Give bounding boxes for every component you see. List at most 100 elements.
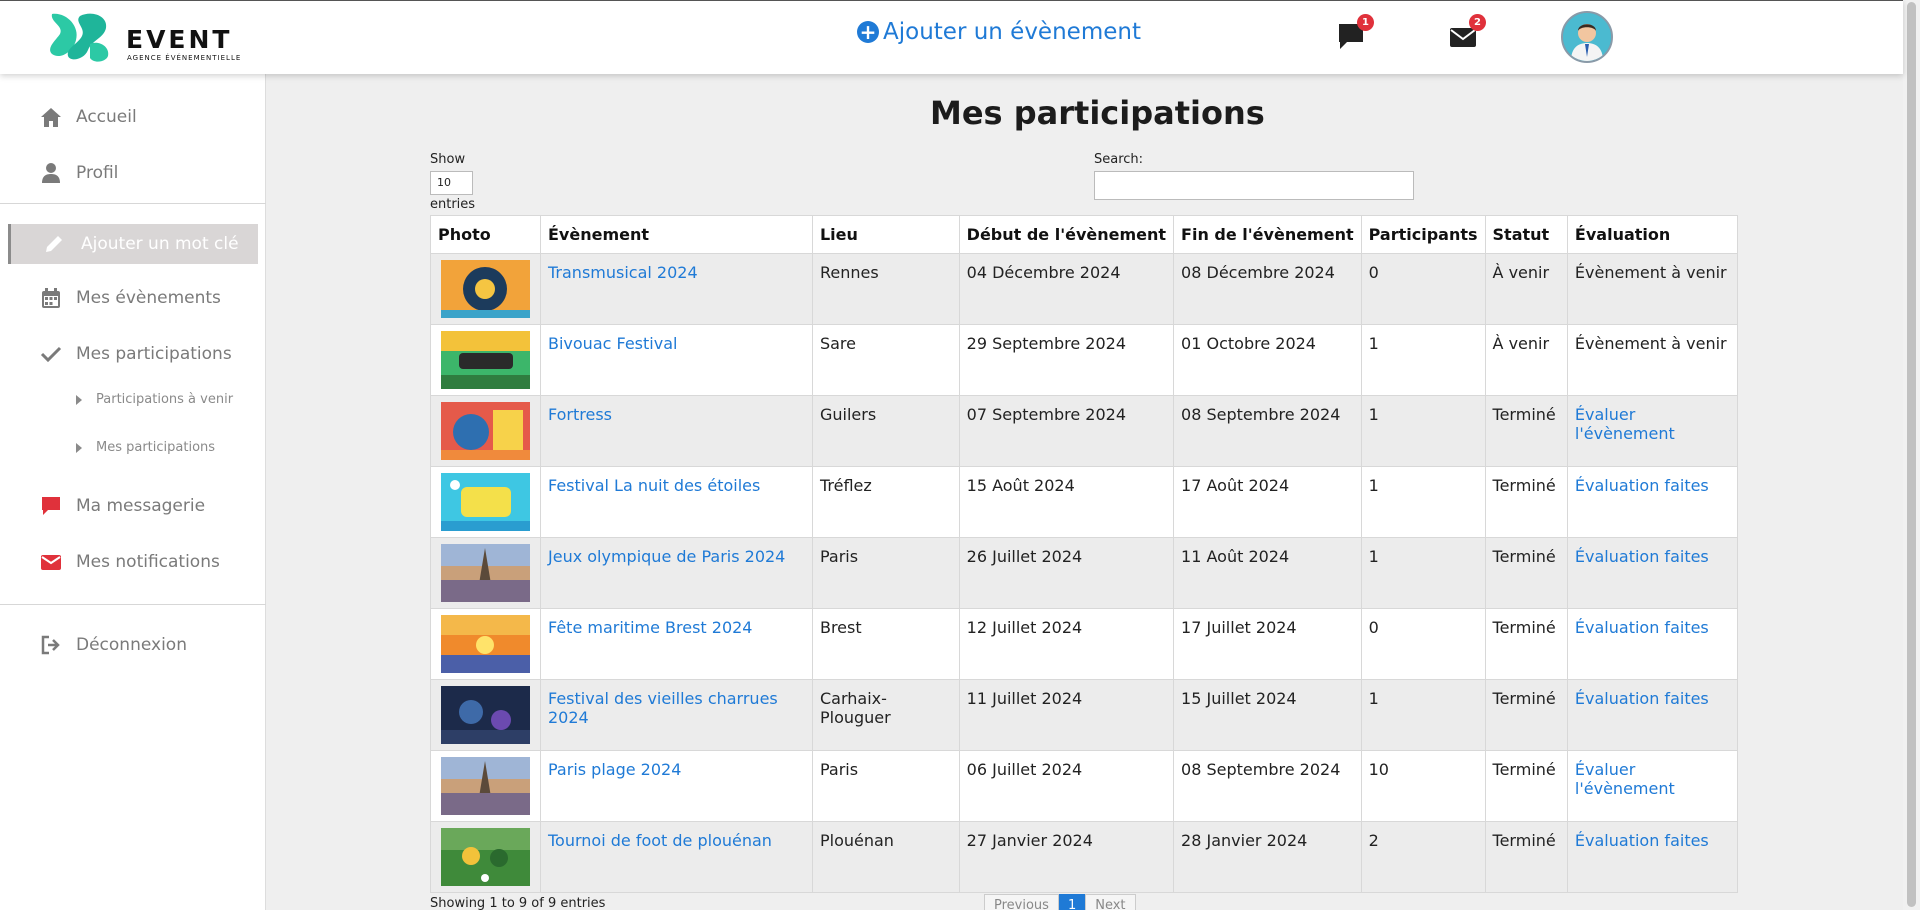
evaluation-value[interactable]: Évaluation faites: [1575, 831, 1709, 850]
plus-circle-icon: +: [857, 21, 879, 43]
caret-right-icon: [76, 394, 82, 405]
event-thumbnail[interactable]: [441, 615, 530, 673]
column-header-participants[interactable]: Participants: [1360, 215, 1486, 254]
start-date-cell: 11 Juillet 2024: [958, 679, 1175, 751]
event-link[interactable]: Fête maritime Brest 2024: [548, 618, 752, 637]
sidebar-item-add-keyword[interactable]: Ajouter un mot clé: [8, 224, 258, 264]
logo[interactable]: EVENT AGENCE ÉVÉNEMENTIELLE: [46, 10, 246, 66]
event-link[interactable]: Fortress: [548, 405, 612, 424]
event-cell: Tournoi de foot de plouénan: [540, 821, 813, 893]
event-thumbnail[interactable]: [441, 757, 530, 815]
sidebar-item-my-events[interactable]: Mes évènements: [0, 278, 266, 318]
check-icon: [38, 342, 64, 366]
page-scrollbar[interactable]: [1903, 0, 1920, 910]
scrollbar-thumb[interactable]: [1907, 2, 1916, 907]
sidebar-subitem-participations[interactable]: Mes participations: [76, 440, 215, 455]
sidebar-item-label: Mes notifications: [76, 552, 220, 572]
add-event-button[interactable]: + Ajouter un évènement: [857, 19, 1141, 45]
participants-cell: 0: [1360, 253, 1486, 325]
page-length-label: Show: [430, 152, 466, 167]
evaluation-value[interactable]: Évaluer l'évènement: [1575, 405, 1675, 443]
column-header-place[interactable]: Lieu: [811, 215, 960, 254]
end-date-cell: 17 Août 2024: [1173, 466, 1362, 538]
column-header-event[interactable]: Évènement: [540, 215, 813, 254]
end-date-cell: 08 Décembre 2024: [1173, 253, 1362, 325]
page-length-entries-label: entries: [430, 197, 476, 212]
end-date-cell: 28 Janvier 2024: [1173, 821, 1362, 893]
event-link[interactable]: Bivouac Festival: [548, 334, 677, 353]
table-row: Festival des vieilles charrues 2024 Carha…: [430, 679, 1739, 751]
pagination-next-button[interactable]: Next: [1085, 894, 1136, 910]
pagination-previous-button[interactable]: Previous: [984, 894, 1059, 910]
photo-cell: [430, 679, 541, 751]
event-thumbnail[interactable]: [441, 686, 530, 744]
event-thumbnail[interactable]: [441, 544, 530, 602]
pencil-icon: [43, 232, 69, 256]
evaluation-cell: Évaluation faites: [1566, 466, 1739, 538]
chat-button[interactable]: 1: [1334, 14, 1374, 53]
column-header-end[interactable]: Fin de l'évènement: [1173, 215, 1362, 254]
event-link[interactable]: Festival des vieilles charrues 2024: [548, 689, 778, 727]
column-header-evaluation[interactable]: Évaluation: [1566, 215, 1739, 254]
place-cell: Rennes: [811, 253, 960, 325]
column-header-start[interactable]: Début de l'évènement: [958, 215, 1175, 254]
participants-cell: 1: [1360, 466, 1486, 538]
evaluation-value[interactable]: Évaluation faites: [1575, 547, 1709, 566]
pagination-page-button[interactable]: 1: [1058, 894, 1086, 910]
status-cell: Terminé: [1484, 466, 1568, 538]
column-header-photo[interactable]: Photo: [430, 215, 541, 254]
sidebar-subitem-upcoming[interactable]: Participations à venir: [76, 392, 233, 407]
status-cell: Terminé: [1484, 395, 1568, 467]
table-row: Fête maritime Brest 2024 Brest 12 Juillet …: [430, 608, 1739, 680]
event-thumbnail[interactable]: [441, 828, 530, 886]
evaluation-value: Évènement à venir: [1574, 334, 1727, 353]
event-link[interactable]: Transmusical 2024: [548, 263, 698, 282]
sidebar-item-logout[interactable]: Déconnexion: [0, 625, 266, 665]
participants-cell: 1: [1360, 324, 1486, 396]
event-cell: Transmusical 2024: [540, 253, 813, 325]
event-thumbnail[interactable]: [441, 260, 530, 318]
event-link[interactable]: Festival La nuit des étoiles: [548, 476, 760, 495]
participants-cell: 1: [1360, 395, 1486, 467]
participants-cell: 1: [1360, 537, 1486, 609]
pagination: Previous 1 Next: [984, 894, 1136, 910]
page-length-select[interactable]: 10: [430, 171, 473, 195]
evaluation-value[interactable]: Évaluation faites: [1575, 689, 1709, 708]
event-cell: Jeux olympique de Paris 2024: [540, 537, 813, 609]
sidebar-divider: [0, 203, 266, 204]
photo-cell: [430, 821, 541, 893]
event-thumbnail[interactable]: [441, 473, 530, 531]
evaluation-cell: Évènement à venir: [1566, 324, 1739, 396]
sidebar-item-my-participations[interactable]: Mes participations: [0, 334, 266, 374]
sidebar-item-notifications[interactable]: Mes notifications: [0, 542, 266, 582]
participants-cell: 0: [1360, 608, 1486, 680]
evaluation-value[interactable]: Évaluer l'évènement: [1575, 760, 1675, 798]
sidebar-item-messaging[interactable]: Ma messagerie: [0, 486, 266, 526]
sidebar-item-label: Ajouter un mot clé: [81, 234, 239, 254]
event-thumbnail[interactable]: [441, 402, 530, 460]
event-link[interactable]: Tournoi de foot de plouénan: [548, 831, 772, 850]
mail-button[interactable]: 2: [1446, 14, 1486, 53]
mail-badge: 2: [1469, 14, 1486, 31]
end-date-cell: 01 Octobre 2024: [1173, 324, 1362, 396]
column-header-status[interactable]: Statut: [1484, 215, 1568, 254]
end-date-cell: 17 Juillet 2024: [1173, 608, 1362, 680]
sidebar-item-profile[interactable]: Profil: [0, 153, 266, 193]
sidebar-subitem-label: Participations à venir: [96, 392, 234, 407]
sidebar-item-home[interactable]: Accueil: [0, 97, 266, 137]
evaluation-value[interactable]: Évaluation faites: [1575, 618, 1709, 637]
evaluation-cell: Évaluation faites: [1566, 821, 1739, 893]
sidebar-item-label: Ma messagerie: [76, 496, 206, 516]
avatar[interactable]: [1561, 11, 1613, 63]
event-cell: Fortress: [540, 395, 813, 467]
evaluation-value[interactable]: Évaluation faites: [1575, 476, 1709, 495]
event-link[interactable]: Paris plage 2024: [548, 760, 681, 779]
end-date-cell: 11 Août 2024: [1173, 537, 1362, 609]
participations-table: Photo Évènement Lieu Début de l'évènemen…: [430, 215, 1739, 893]
event-thumbnail[interactable]: [441, 331, 530, 389]
table-row: Tournoi de foot de plouénan Plouénan 27 Ja…: [430, 821, 1739, 893]
event-link[interactable]: Jeux olympique de Paris 2024: [548, 547, 785, 566]
search-input[interactable]: [1094, 171, 1414, 200]
table-info: Showing 1 to 9 of 9 entries: [430, 896, 606, 910]
logo-title: EVENT: [126, 25, 233, 54]
